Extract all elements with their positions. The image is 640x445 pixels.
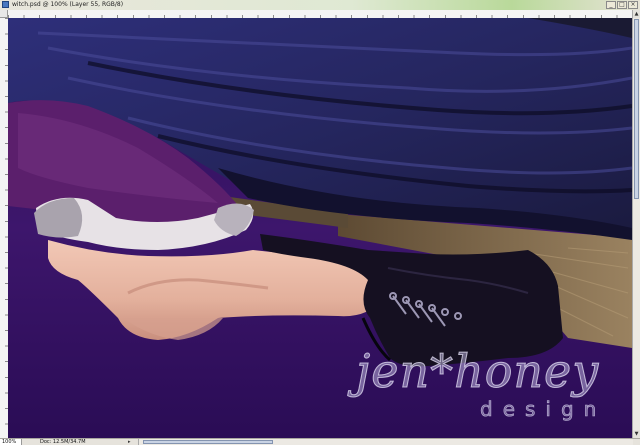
horizontal-scrollbar[interactable] [138,439,633,445]
document-size-info: Doc: 12.5M/34.7M [40,439,86,445]
status-bar: 100% Doc: 12.5M/34.7M ▸ [0,438,640,445]
watermark-subtitle: design [480,397,607,421]
horizontal-scroll-thumb[interactable] [143,440,273,444]
document-title: witch.psd @ 100% (Layer 55, RGB/8) [12,1,124,8]
scroll-down-arrow-icon[interactable]: ▼ [633,430,640,438]
scroll-up-arrow-icon[interactable]: ▲ [633,10,640,18]
vertical-scroll-thumb[interactable] [634,19,639,199]
ruler-origin[interactable] [0,10,8,18]
close-button[interactable]: × [628,1,638,9]
status-menu-arrow-icon[interactable]: ▸ [128,439,131,445]
document-icon [2,1,9,8]
window-controls: _ □ × [606,1,638,9]
watermark-logo: jen*honey [355,344,600,398]
zoom-level-field[interactable]: 100% [0,439,22,445]
maximize-button[interactable]: □ [617,1,627,9]
vertical-scrollbar[interactable]: ▲ ▼ [632,10,640,438]
minimize-button[interactable]: _ [606,1,616,9]
